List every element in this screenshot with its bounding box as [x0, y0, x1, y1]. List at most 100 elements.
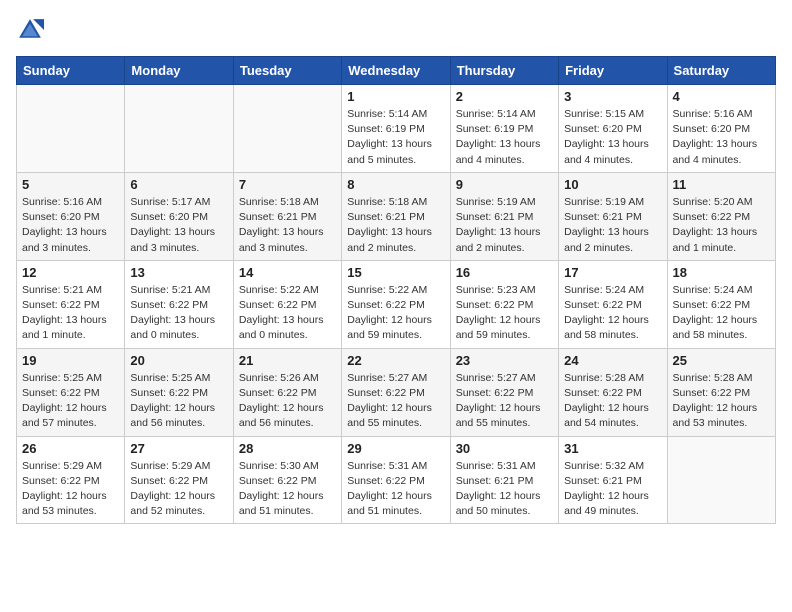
calendar-body: 1Sunrise: 5:14 AMSunset: 6:19 PMDaylight…	[17, 85, 776, 524]
day-number: 10	[564, 177, 661, 192]
day-number: 16	[456, 265, 553, 280]
calendar-cell: 2 Sunrise: 5:14 AMSunset: 6:19 PMDaylight…	[450, 85, 558, 173]
day-info: Sunrise: 5:27 AMSunset: 6:22 PMDaylight:…	[456, 371, 553, 432]
calendar-cell: 24 Sunrise: 5:28 AMSunset: 6:22 PMDayligh…	[559, 348, 667, 436]
calendar-cell: 19 Sunrise: 5:25 AMSunset: 6:22 PMDayligh…	[17, 348, 125, 436]
calendar-week-row: 1Sunrise: 5:14 AMSunset: 6:19 PMDaylight…	[17, 85, 776, 173]
day-number: 5	[22, 177, 119, 192]
day-info: Sunrise: 5:18 AMSunset: 6:21 PMDaylight:…	[239, 195, 336, 256]
day-info: Sunrise: 5:32 AMSunset: 6:21 PMDaylight:…	[564, 459, 661, 520]
calendar-cell: 31 Sunrise: 5:32 AMSunset: 6:21 PMDayligh…	[559, 436, 667, 524]
day-number: 17	[564, 265, 661, 280]
day-number: 28	[239, 441, 336, 456]
day-info: Sunrise: 5:25 AMSunset: 6:22 PMDaylight:…	[22, 371, 119, 432]
day-info: Sunrise: 5:16 AMSunset: 6:20 PMDaylight:…	[22, 195, 119, 256]
day-info: Sunrise: 5:25 AMSunset: 6:22 PMDaylight:…	[130, 371, 227, 432]
day-number: 19	[22, 353, 119, 368]
day-number: 20	[130, 353, 227, 368]
day-number: 18	[673, 265, 770, 280]
day-number: 25	[673, 353, 770, 368]
calendar-cell	[667, 436, 775, 524]
day-number: 23	[456, 353, 553, 368]
weekday-header: Friday	[559, 57, 667, 85]
calendar-cell: 4 Sunrise: 5:16 AMSunset: 6:20 PMDaylight…	[667, 85, 775, 173]
calendar-cell: 23 Sunrise: 5:27 AMSunset: 6:22 PMDayligh…	[450, 348, 558, 436]
calendar-week-row: 19 Sunrise: 5:25 AMSunset: 6:22 PMDayligh…	[17, 348, 776, 436]
day-info: Sunrise: 5:28 AMSunset: 6:22 PMDaylight:…	[673, 371, 770, 432]
weekday-header: Monday	[125, 57, 233, 85]
logo-icon	[16, 16, 44, 44]
weekday-header: Wednesday	[342, 57, 450, 85]
day-info: Sunrise: 5:30 AMSunset: 6:22 PMDaylight:…	[239, 459, 336, 520]
calendar-week-row: 12 Sunrise: 5:21 AMSunset: 6:22 PMDayligh…	[17, 260, 776, 348]
calendar-cell	[17, 85, 125, 173]
day-info: Sunrise: 5:19 AMSunset: 6:21 PMDaylight:…	[456, 195, 553, 256]
day-info: Sunrise: 5:14 AMSunset: 6:19 PMDaylight:…	[347, 107, 444, 168]
day-info: Sunrise: 5:22 AMSunset: 6:22 PMDaylight:…	[347, 283, 444, 344]
day-info: Sunrise: 5:26 AMSunset: 6:22 PMDaylight:…	[239, 371, 336, 432]
weekday-header: Sunday	[17, 57, 125, 85]
calendar-cell: 8Sunrise: 5:18 AMSunset: 6:21 PMDaylight…	[342, 172, 450, 260]
day-number: 2	[456, 89, 553, 104]
weekday-header: Tuesday	[233, 57, 341, 85]
calendar-cell: 16 Sunrise: 5:23 AMSunset: 6:22 PMDayligh…	[450, 260, 558, 348]
day-info: Sunrise: 5:19 AMSunset: 6:21 PMDaylight:…	[564, 195, 661, 256]
day-info: Sunrise: 5:16 AMSunset: 6:20 PMDaylight:…	[673, 107, 770, 168]
day-info: Sunrise: 5:15 AMSunset: 6:20 PMDaylight:…	[564, 107, 661, 168]
day-number: 3	[564, 89, 661, 104]
day-number: 30	[456, 441, 553, 456]
day-info: Sunrise: 5:24 AMSunset: 6:22 PMDaylight:…	[673, 283, 770, 344]
calendar-cell: 20 Sunrise: 5:25 AMSunset: 6:22 PMDayligh…	[125, 348, 233, 436]
calendar-cell: 25 Sunrise: 5:28 AMSunset: 6:22 PMDayligh…	[667, 348, 775, 436]
day-info: Sunrise: 5:21 AMSunset: 6:22 PMDaylight:…	[22, 283, 119, 344]
calendar-cell: 12 Sunrise: 5:21 AMSunset: 6:22 PMDayligh…	[17, 260, 125, 348]
day-number: 27	[130, 441, 227, 456]
day-info: Sunrise: 5:31 AMSunset: 6:22 PMDaylight:…	[347, 459, 444, 520]
calendar-cell: 6 Sunrise: 5:17 AMSunset: 6:20 PMDaylight…	[125, 172, 233, 260]
day-number: 14	[239, 265, 336, 280]
calendar-cell: 3 Sunrise: 5:15 AMSunset: 6:20 PMDaylight…	[559, 85, 667, 173]
day-info: Sunrise: 5:17 AMSunset: 6:20 PMDaylight:…	[130, 195, 227, 256]
day-info: Sunrise: 5:28 AMSunset: 6:22 PMDaylight:…	[564, 371, 661, 432]
day-info: Sunrise: 5:22 AMSunset: 6:22 PMDaylight:…	[239, 283, 336, 344]
day-number: 11	[673, 177, 770, 192]
day-info: Sunrise: 5:24 AMSunset: 6:22 PMDaylight:…	[564, 283, 661, 344]
day-info: Sunrise: 5:18 AMSunset: 6:21 PMDaylight:…	[347, 195, 444, 256]
calendar-cell: 30 Sunrise: 5:31 AMSunset: 6:21 PMDayligh…	[450, 436, 558, 524]
calendar-cell: 27 Sunrise: 5:29 AMSunset: 6:22 PMDayligh…	[125, 436, 233, 524]
logo	[16, 16, 48, 44]
calendar-cell: 15 Sunrise: 5:22 AMSunset: 6:22 PMDayligh…	[342, 260, 450, 348]
day-info: Sunrise: 5:27 AMSunset: 6:22 PMDaylight:…	[347, 371, 444, 432]
day-number: 29	[347, 441, 444, 456]
day-number: 9	[456, 177, 553, 192]
calendar-cell: 11Sunrise: 5:20 AMSunset: 6:22 PMDayligh…	[667, 172, 775, 260]
weekday-header: Saturday	[667, 57, 775, 85]
calendar-header-row: SundayMondayTuesdayWednesdayThursdayFrid…	[17, 57, 776, 85]
day-number: 4	[673, 89, 770, 104]
calendar-cell: 17 Sunrise: 5:24 AMSunset: 6:22 PMDayligh…	[559, 260, 667, 348]
day-number: 24	[564, 353, 661, 368]
day-info: Sunrise: 5:31 AMSunset: 6:21 PMDaylight:…	[456, 459, 553, 520]
day-info: Sunrise: 5:29 AMSunset: 6:22 PMDaylight:…	[130, 459, 227, 520]
calendar-cell: 14 Sunrise: 5:22 AMSunset: 6:22 PMDayligh…	[233, 260, 341, 348]
day-number: 15	[347, 265, 444, 280]
calendar-cell	[233, 85, 341, 173]
day-number: 6	[130, 177, 227, 192]
calendar-cell: 28 Sunrise: 5:30 AMSunset: 6:22 PMDayligh…	[233, 436, 341, 524]
day-number: 12	[22, 265, 119, 280]
calendar-cell: 22 Sunrise: 5:27 AMSunset: 6:22 PMDayligh…	[342, 348, 450, 436]
day-number: 22	[347, 353, 444, 368]
calendar-cell: 1Sunrise: 5:14 AMSunset: 6:19 PMDaylight…	[342, 85, 450, 173]
calendar-cell: 26Sunrise: 5:29 AMSunset: 6:22 PMDayligh…	[17, 436, 125, 524]
calendar-cell: 18 Sunrise: 5:24 AMSunset: 6:22 PMDayligh…	[667, 260, 775, 348]
calendar-cell: 29 Sunrise: 5:31 AMSunset: 6:22 PMDayligh…	[342, 436, 450, 524]
day-number: 31	[564, 441, 661, 456]
calendar-cell: 5 Sunrise: 5:16 AMSunset: 6:20 PMDaylight…	[17, 172, 125, 260]
calendar-table: SundayMondayTuesdayWednesdayThursdayFrid…	[16, 56, 776, 524]
day-info: Sunrise: 5:23 AMSunset: 6:22 PMDaylight:…	[456, 283, 553, 344]
calendar-cell: 10 Sunrise: 5:19 AMSunset: 6:21 PMDayligh…	[559, 172, 667, 260]
day-info: Sunrise: 5:29 AMSunset: 6:22 PMDaylight:…	[22, 459, 119, 520]
calendar-cell: 7Sunrise: 5:18 AMSunset: 6:21 PMDaylight…	[233, 172, 341, 260]
day-info: Sunrise: 5:21 AMSunset: 6:22 PMDaylight:…	[130, 283, 227, 344]
day-info: Sunrise: 5:14 AMSunset: 6:19 PMDaylight:…	[456, 107, 553, 168]
